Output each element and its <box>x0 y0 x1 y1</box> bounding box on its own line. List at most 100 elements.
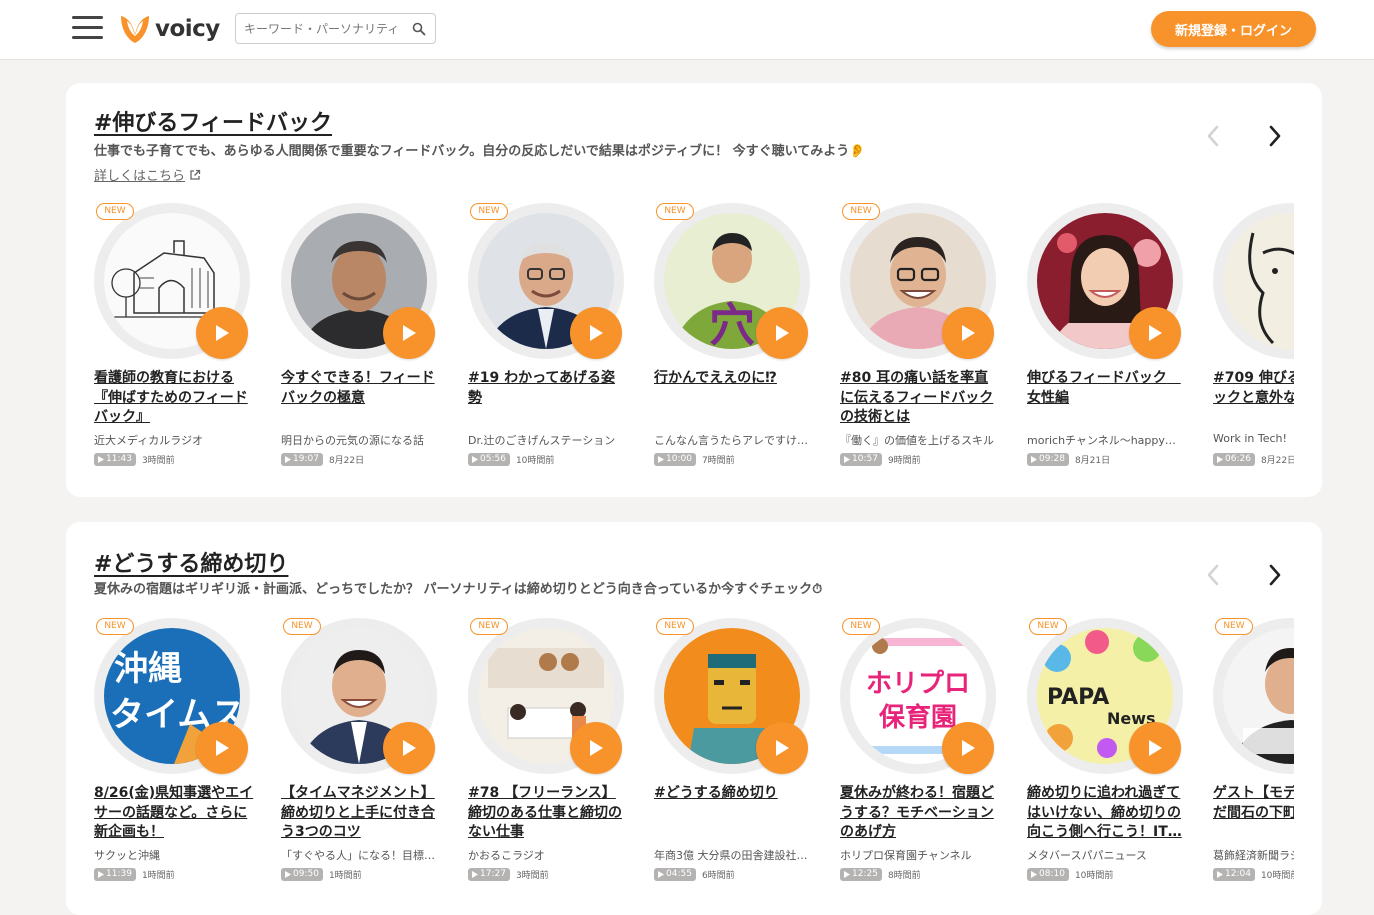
carousel-prev-button[interactable] <box>1198 121 1228 151</box>
play-button[interactable] <box>196 722 248 774</box>
section-title[interactable]: #伸びるフィードバック <box>94 105 332 137</box>
episode-card[interactable]: NEW ゲスト【モデルさん】まだ間石の下町原風 葛飾経済新聞ラジオ 12:04 … <box>1213 618 1294 888</box>
episode-card[interactable]: 穴 NEW 行かんでええのに⁉ こんなん言うたらアレですけど… 10:00 7時… <box>654 203 814 473</box>
channel-name[interactable]: 明日からの元気の源になる話 <box>281 432 441 448</box>
play-button[interactable] <box>942 307 994 359</box>
play-button[interactable] <box>942 722 994 774</box>
play-button[interactable] <box>570 722 622 774</box>
channel-name[interactable]: morichチャンネル〜happy… <box>1027 432 1187 448</box>
episode-title[interactable]: 看護師の教育における『伸ばすためのフィードバック』 <box>94 369 254 428</box>
channel-name[interactable]: かおるこラジオ <box>468 847 628 863</box>
episode-title[interactable]: 締め切りに追われ過ぎてはいけない、締め切りの向こう側へ行こう！IT… <box>1027 784 1187 843</box>
search-icon[interactable] <box>412 22 426 36</box>
channel-name[interactable]: 「すぐやる人」になる！目標… <box>281 847 441 863</box>
more-details-link[interactable]: 詳しくはこちら <box>94 165 201 184</box>
episode-title[interactable]: 8/26(金)県知事選やエイサーの話題など。さらに新企画も！ <box>94 784 254 843</box>
published-time: 8月21日 <box>1074 456 1111 466</box>
duration-text: 11:39 <box>106 869 132 879</box>
channel-name[interactable]: ホリプロ保育園チャンネル <box>840 847 1000 863</box>
play-button[interactable] <box>383 307 435 359</box>
episode-title[interactable]: 【タイムマネジメント】締め切りと上手に付き合う3つのコツ <box>281 784 441 843</box>
episode-card[interactable]: NEW 看護師の教育における『伸ばすためのフィードバック』 近大メディカルラジオ… <box>94 203 254 473</box>
episode-title[interactable]: #80 耳の痛い話を率直に伝えるフィードバックの技術とは <box>840 369 1000 428</box>
play-button[interactable] <box>570 307 622 359</box>
signup-login-button[interactable]: 新規登録・ログイン <box>1151 11 1316 47</box>
svg-text:PAPA: PAPA <box>1047 685 1109 710</box>
play-button[interactable] <box>1129 307 1181 359</box>
search-input[interactable] <box>244 18 408 40</box>
section-feedback: #伸びるフィードバック 仕事でも子育てでも、あらゆる人間関係で重要なフィードバッ… <box>66 83 1322 497</box>
episode-meta: 06:26 8月22日 <box>1213 453 1294 466</box>
channel-name[interactable]: メタバースパパニュース <box>1027 847 1187 863</box>
svg-text:ホリプロ: ホリプロ <box>866 669 970 699</box>
published-time: 1時間前 <box>328 871 362 881</box>
duration-badge: 10:57 <box>840 453 882 466</box>
episode-card[interactable]: NEW #19 わかってあげる姿勢 Dr.辻のごきげんステーション 05:56 … <box>468 203 628 473</box>
episode-carousel[interactable]: 沖縄 タイムス NEW 8/26(金)県知事選やエイサーの話題など。さらに新企画… <box>94 618 1294 888</box>
channel-name[interactable]: こんなん言うたらアレですけど… <box>654 432 814 448</box>
episode-title[interactable]: #78 【フリーランス】締切のある仕事と締切のない仕事 <box>468 784 628 843</box>
channel-avatar[interactable] <box>1223 628 1294 764</box>
duration-badge: 06:26 <box>1213 453 1255 466</box>
play-button[interactable] <box>1129 722 1181 774</box>
play-icon <box>1149 325 1162 341</box>
episode-card[interactable]: NEW #78 【フリーランス】締切のある仕事と締切のない仕事 かおるこラジオ … <box>468 618 628 888</box>
episode-title[interactable]: #どうする締め切り <box>654 784 814 804</box>
duration-badge: 12:25 <box>840 868 882 881</box>
episode-title[interactable]: 夏休みが終わる！宿題どうする？モチベーションのあげ方 <box>840 784 1000 843</box>
carousel-next-button[interactable] <box>1260 560 1290 590</box>
episode-meta: 11:39 1時間前 <box>94 868 254 881</box>
episode-card[interactable]: 今すぐできる！フィードバックの極意 明日からの元気の源になる話 19:07 8月… <box>281 203 441 473</box>
episode-meta: 19:07 8月22日 <box>281 453 441 466</box>
play-small-icon <box>472 871 478 878</box>
play-small-icon <box>1031 871 1037 878</box>
menu-icon[interactable] <box>72 15 103 41</box>
episode-card[interactable]: NEW 【タイムマネジメント】締め切りと上手に付き合う3つのコツ 「すぐやる人」… <box>281 618 441 888</box>
play-button[interactable] <box>756 307 808 359</box>
episode-meta: 12:04 10時間前 <box>1213 868 1294 881</box>
play-icon <box>776 740 789 756</box>
search-box[interactable] <box>235 13 436 44</box>
episode-title[interactable]: #19 わかってあげる姿勢 <box>468 369 628 408</box>
episode-card[interactable]: PAPA News NEW 締め切りに追われ過ぎてはいけない、締め切りの向こう側… <box>1027 618 1187 888</box>
published-time: 10時間前 <box>1074 871 1114 881</box>
episode-card[interactable]: 伸びるフィードバック 女性編 morichチャンネル〜happy… 09:28 … <box>1027 203 1187 473</box>
channel-name[interactable]: 年商3億 大分県の田舎建設社… <box>654 847 814 863</box>
play-button[interactable] <box>383 722 435 774</box>
episode-title[interactable]: #709 伸びるフィードバックと意外な <box>1213 369 1294 408</box>
carousel-prev-button[interactable] <box>1198 560 1228 590</box>
channel-name[interactable]: 『働く』の価値を上げるスキル <box>840 432 1000 448</box>
episode-title[interactable]: 行かんでええのに⁉ <box>654 369 814 389</box>
play-button[interactable] <box>196 307 248 359</box>
channel-avatar[interactable] <box>1223 213 1294 349</box>
duration-badge: 12:04 <box>1213 868 1255 881</box>
more-details-label: 詳しくはこちら <box>94 169 186 184</box>
published-time: 6時間前 <box>701 871 735 881</box>
episode-title[interactable]: 伸びるフィードバック 女性編 <box>1027 369 1187 408</box>
episode-meta: 11:43 3時間前 <box>94 453 254 466</box>
channel-name[interactable]: Work in Tech! <box>1213 432 1294 445</box>
episode-card[interactable]: NEW #80 耳の痛い話を率直に伝えるフィードバックの技術とは 『働く』の価値… <box>840 203 1000 473</box>
episode-card[interactable]: #709 伸びるフィードバックと意外な Work in Tech! 06:26 … <box>1213 203 1294 473</box>
play-button[interactable] <box>756 722 808 774</box>
section-title[interactable]: #どうする締め切り <box>94 546 288 578</box>
new-badge: NEW <box>96 203 134 220</box>
published-time: 1時間前 <box>141 871 175 881</box>
channel-name[interactable]: サクッと沖縄 <box>94 847 254 863</box>
channel-name[interactable]: 近大メディカルラジオ <box>94 432 254 448</box>
episode-title[interactable]: ゲスト【モデルさん】まだ間石の下町原風 <box>1213 784 1294 823</box>
published-time: 3時間前 <box>141 456 175 466</box>
channel-name[interactable]: Dr.辻のごきげんステーション <box>468 432 628 448</box>
episode-card[interactable]: ホリプロ 保育園 NEW 夏休みが終わる！宿題どうする？モチベーションのあげ方 … <box>840 618 1000 888</box>
carousel-next-button[interactable] <box>1260 121 1290 151</box>
play-icon <box>216 325 229 341</box>
episode-title[interactable]: 今すぐできる！フィードバックの極意 <box>281 369 441 408</box>
duration-badge: 11:43 <box>94 453 136 466</box>
episode-carousel[interactable]: NEW 看護師の教育における『伸ばすためのフィードバック』 近大メディカルラジオ… <box>94 203 1294 473</box>
channel-name[interactable]: 葛飾経済新聞ラジオ <box>1213 847 1294 863</box>
external-link-icon <box>190 169 201 180</box>
voicy-logo[interactable]: voicy <box>118 12 220 46</box>
episode-card[interactable]: 沖縄 タイムス NEW 8/26(金)県知事選やエイサーの話題など。さらに新企画… <box>94 618 254 888</box>
episode-card[interactable]: NEW #どうする締め切り 年商3億 大分県の田舎建設社… 04:55 6時間前 <box>654 618 814 888</box>
new-badge: NEW <box>96 618 134 635</box>
